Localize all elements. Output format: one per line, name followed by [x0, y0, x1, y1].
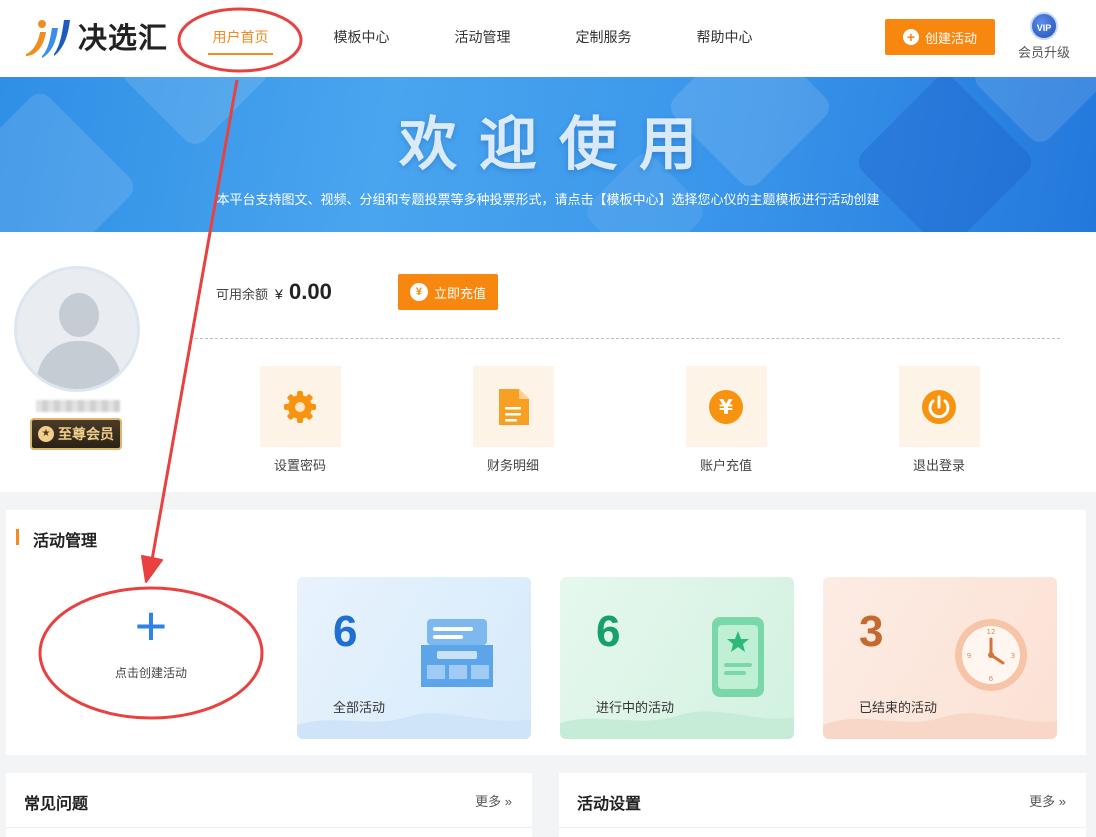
stat-card-in-progress[interactable]: 6 进行中的活动 — [560, 577, 794, 739]
phone-star-icon — [712, 617, 764, 697]
member-level-badge: ★ 至尊会员 — [30, 418, 122, 450]
document-icon — [499, 388, 529, 425]
svg-text:3: 3 — [1011, 652, 1015, 660]
vip-upgrade-link[interactable]: VIP 会员升级 — [1016, 12, 1072, 61]
settings-more-link[interactable]: 更多 » — [1029, 791, 1066, 810]
brand-name: 决选汇 — [78, 23, 169, 55]
gear-icon — [284, 390, 316, 423]
divider — [195, 338, 1060, 339]
activity-management-section: 活动管理 + 点击创建活动 6 全部活动 6 进行中的活动 3 已结束的活动 1… — [6, 510, 1086, 755]
main-nav: 用户首页 模板中心 活动管理 定制服务 帮助中心 — [180, 0, 785, 77]
username-redacted — [36, 400, 120, 412]
member-level-label: 至尊会员 — [58, 426, 114, 442]
quick-link-account-recharge[interactable]: ¥ 账户充值 — [666, 366, 786, 474]
balance-value: 0.00 — [289, 279, 332, 304]
nav-item-home[interactable]: 用户首页 — [180, 0, 301, 77]
inbox-icon — [421, 619, 493, 687]
quick-link-label: 设置密码 — [273, 458, 326, 473]
create-activity-card-label: 点击创建活动 — [114, 666, 187, 680]
account-panel: ★ 至尊会员 可用余额 ¥ 0.00 ¥ 立即充值 设置密码 财务明细 ¥ 账户… — [0, 232, 1096, 492]
panel-title: 活动设置 — [577, 796, 642, 813]
svg-text:¥: ¥ — [719, 395, 733, 419]
stat-label: 已结束的活动 — [859, 700, 938, 715]
quick-link-label: 退出登录 — [912, 458, 965, 473]
yen-icon: ¥ — [409, 283, 428, 301]
quick-link-label: 财务明细 — [486, 458, 539, 473]
create-activity-label: 创建活动 — [924, 30, 977, 46]
vip-badge-icon: VIP — [1030, 12, 1058, 40]
create-activity-card[interactable]: + 点击创建活动 — [66, 594, 236, 704]
stat-count: 6 — [333, 607, 358, 656]
stat-count: 3 — [859, 607, 884, 656]
plus-icon: + — [134, 594, 168, 657]
balance-label: 可用余额 — [216, 287, 269, 302]
stat-card-all-activities[interactable]: 6 全部活动 — [297, 577, 531, 739]
welcome-banner: 欢迎使用 本平台支持图文、视频、分组和专题投票等多种投票形式，请点击【模板中心】… — [0, 77, 1096, 232]
nav-item-help-center[interactable]: 帮助中心 — [664, 0, 785, 77]
plus-circle-icon: + — [902, 29, 919, 45]
clock-icon: 12 3 6 9 — [955, 619, 1027, 691]
logo-mark-icon — [22, 14, 72, 58]
svg-text:6: 6 — [989, 675, 994, 683]
section-title: 活动管理 — [16, 527, 97, 551]
svg-text:12: 12 — [987, 628, 996, 636]
stat-label: 进行中的活动 — [596, 700, 675, 715]
brand-logo[interactable]: 决选汇 — [22, 14, 168, 58]
quick-link-set-password[interactable]: 设置密码 — [240, 366, 360, 474]
stat-card-finished[interactable]: 3 已结束的活动 12 3 6 9 — [823, 577, 1057, 739]
nav-item-activity-management[interactable]: 活动管理 — [422, 0, 543, 77]
banner-title: 欢迎使用 — [398, 112, 719, 177]
yen-icon: ¥ — [709, 389, 743, 424]
avatar[interactable] — [14, 266, 140, 392]
recharge-now-label: 立即充值 — [433, 285, 486, 301]
quick-link-label: 账户充值 — [699, 458, 752, 473]
faq-more-link[interactable]: 更多 » — [475, 791, 512, 810]
quick-link-finance-details[interactable]: 财务明细 — [453, 366, 573, 474]
power-icon — [922, 389, 956, 424]
medal-icon: ★ — [38, 426, 54, 442]
top-header: 决选汇 用户首页 模板中心 活动管理 定制服务 帮助中心 + 创建活动 VIP … — [0, 0, 1096, 77]
balance-currency: ¥ — [275, 286, 283, 302]
stat-count: 6 — [596, 607, 621, 656]
panel-title: 常见问题 — [24, 796, 89, 813]
nav-item-custom-service[interactable]: 定制服务 — [543, 0, 664, 77]
recharge-now-button[interactable]: ¥ 立即充值 — [398, 274, 498, 310]
create-activity-button[interactable]: + 创建活动 — [885, 19, 995, 55]
faq-panel: 常见问题 更多 » — [6, 773, 532, 837]
activity-settings-panel: 活动设置 更多 » — [559, 773, 1086, 837]
banner-subtitle: 本平台支持图文、视频、分组和专题投票等多种投票形式，请点击【模板中心】选择您心仪… — [216, 192, 880, 207]
vip-upgrade-label: 会员升级 — [1017, 45, 1070, 60]
nav-item-templates[interactable]: 模板中心 — [301, 0, 422, 77]
svg-text:9: 9 — [967, 652, 971, 660]
stat-label: 全部活动 — [333, 700, 386, 715]
quick-link-logout[interactable]: 退出登录 — [879, 366, 999, 474]
